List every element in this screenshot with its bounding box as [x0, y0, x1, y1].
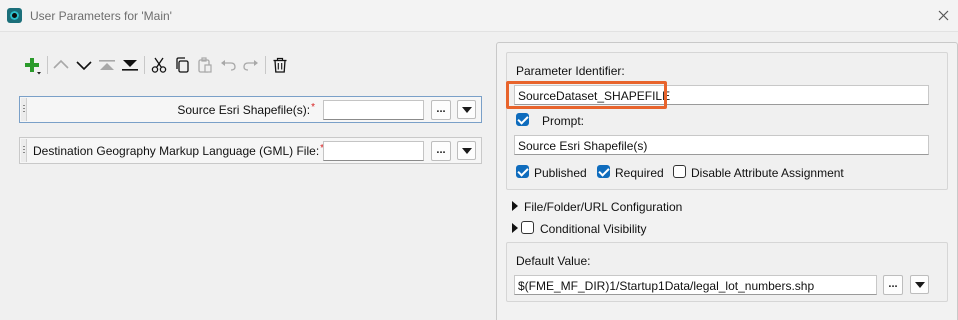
add-parameter-button[interactable] — [21, 54, 43, 76]
default-browse-button[interactable]: ... — [883, 275, 903, 295]
disable-attribute-checkbox[interactable] — [673, 165, 686, 178]
redo-button[interactable] — [240, 54, 262, 76]
drag-handle[interactable] — [21, 98, 27, 121]
parameter-row-destination[interactable]: Destination Geography Markup Language (G… — [19, 137, 482, 164]
delete-button[interactable] — [269, 54, 291, 76]
drag-handle[interactable] — [21, 139, 27, 162]
move-to-bottom-button[interactable] — [119, 54, 141, 76]
move-up-icon — [53, 59, 69, 69]
paste-icon — [198, 57, 212, 73]
title-bar: User Parameters for 'Main' — [0, 0, 958, 32]
required-label: Required — [615, 166, 664, 180]
required-checkbox[interactable] — [597, 165, 610, 178]
window-title: User Parameters for 'Main' — [30, 9, 172, 23]
copy-icon — [176, 57, 189, 73]
paste-button[interactable] — [194, 54, 216, 76]
browse-button[interactable]: ... — [431, 100, 451, 120]
identifier-label: Parameter Identifier: — [516, 64, 625, 78]
toolbar-separator — [265, 56, 266, 74]
parameter-label: Destination Geography Markup Language (G… — [33, 143, 324, 158]
undo-button[interactable] — [217, 54, 239, 76]
move-top-icon — [99, 60, 115, 70]
toolbar-separator — [47, 56, 48, 74]
delete-icon — [273, 57, 287, 73]
move-up-button[interactable] — [50, 54, 72, 76]
parameter-row-source[interactable]: Source Esri Shapefile(s):* ... — [19, 96, 482, 123]
cut-icon — [151, 57, 167, 73]
identifier-highlight — [506, 81, 667, 109]
destination-dropdown-button[interactable] — [457, 141, 476, 160]
default-dropdown-button[interactable] — [910, 275, 929, 294]
close-icon — [938, 10, 949, 21]
disable-attribute-label: Disable Attribute Assignment — [691, 166, 844, 180]
redo-icon — [243, 60, 258, 71]
add-icon — [25, 58, 41, 75]
move-bottom-icon — [122, 60, 138, 71]
move-to-top-button[interactable] — [96, 54, 118, 76]
default-value-input[interactable]: $(FME_MF_DIR)1/Startup1Data/legal_lot_nu… — [514, 275, 877, 295]
published-label: Published — [534, 166, 587, 180]
prompt-label: Prompt: — [542, 114, 585, 128]
undo-icon — [221, 60, 236, 71]
close-button[interactable] — [932, 5, 956, 27]
source-dropdown-button[interactable] — [457, 100, 476, 119]
file-config-section-label[interactable]: File/Folder/URL Configuration — [524, 200, 682, 214]
expand-arrow-icon[interactable] — [512, 223, 518, 233]
toolbar-separator — [144, 56, 145, 74]
parameter-label: Source Esri Shapefile(s):* — [177, 102, 315, 117]
prompt-checkbox[interactable] — [516, 113, 529, 126]
prompt-input[interactable]: Source Esri Shapefile(s) — [514, 135, 929, 155]
conditional-visibility-checkbox[interactable] — [521, 221, 534, 234]
expand-arrow-icon[interactable] — [512, 201, 518, 211]
source-value-input[interactable] — [323, 100, 424, 120]
browse-button[interactable]: ... — [431, 141, 451, 161]
conditional-visibility-label: Conditional Visibility — [540, 222, 647, 236]
default-value-label: Default Value: — [516, 254, 591, 268]
app-icon — [7, 8, 22, 23]
move-down-button[interactable] — [73, 54, 95, 76]
copy-button[interactable] — [171, 54, 193, 76]
cut-button[interactable] — [148, 54, 170, 76]
move-down-icon — [76, 61, 92, 71]
required-mark: * — [311, 102, 315, 113]
destination-value-input[interactable] — [323, 141, 424, 161]
published-checkbox[interactable] — [516, 165, 529, 178]
